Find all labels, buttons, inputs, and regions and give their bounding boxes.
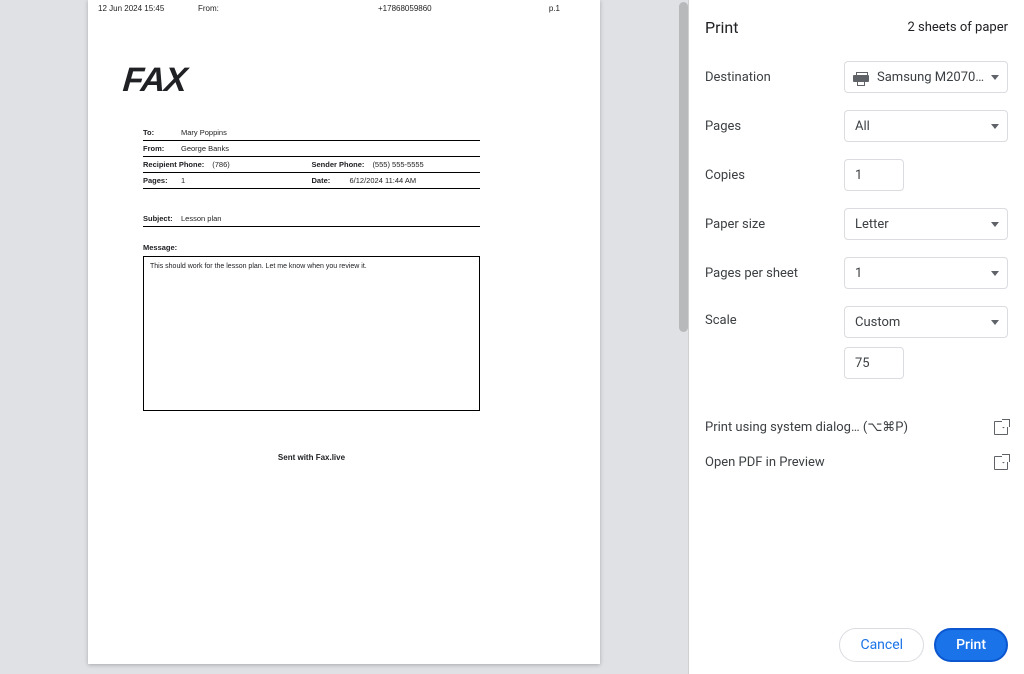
print-button[interactable]: Print (934, 628, 1008, 662)
pages-select-value: All (855, 119, 870, 134)
fax-hdr-page: p.1 (549, 4, 560, 13)
external-link-icon (994, 421, 1008, 435)
fax-hdr-date: 12 Jun 2024 15:45 (98, 4, 198, 13)
message-box: This should work for the lesson plan. Le… (143, 256, 480, 411)
destination-value: Samsung M2070 Serie (877, 70, 985, 85)
sheet-count: 2 sheets of paper (907, 20, 1008, 35)
preview-scrollbar-thumb[interactable] (679, 2, 688, 332)
message-body: This should work for the lesson plan. Le… (150, 263, 367, 270)
print-settings-panel: Print 2 sheets of paper Destination Sams… (688, 0, 1024, 674)
printer-icon (853, 70, 869, 84)
copies-label: Copies (705, 168, 745, 183)
system-dialog-text: Print using system dialog… (⌥⌘P) (705, 420, 908, 435)
chevron-down-icon (991, 124, 999, 129)
fax-cover-body: To: Mary Poppins From: George Banks Reci… (143, 125, 480, 462)
cancel-button-label: Cancel (860, 637, 903, 653)
date-label: Date: (312, 176, 342, 185)
copies-value: 1 (855, 168, 862, 183)
pages-per-sheet-label: Pages per sheet (705, 266, 798, 281)
to-label: To: (143, 128, 173, 137)
chevron-down-icon (991, 271, 999, 276)
from-value: George Banks (181, 144, 229, 153)
pages-label: Pages: (143, 176, 173, 185)
to-value: Mary Poppins (181, 128, 227, 137)
scale-value-input[interactable]: 75 (844, 347, 904, 379)
sender-phone-value: (555) 555-5555 (372, 160, 423, 169)
paper-size-select[interactable]: Letter (844, 208, 1008, 240)
open-pdf-link[interactable]: Open PDF in Preview (705, 445, 1008, 480)
preview-scrollbar[interactable] (677, 0, 689, 674)
print-button-label: Print (956, 637, 986, 653)
subject-value: Lesson plan (181, 214, 221, 223)
scale-mode-select[interactable]: Custom (844, 306, 1008, 338)
scale-mode-value: Custom (855, 315, 900, 330)
destination-select[interactable]: Samsung M2070 Serie (844, 61, 1008, 93)
system-dialog-link[interactable]: Print using system dialog… (⌥⌘P) (705, 410, 1008, 445)
chevron-down-icon (991, 320, 999, 325)
sender-phone-label: Sender Phone: (312, 160, 365, 169)
date-value: 6/12/2024 11:44 AM (350, 176, 417, 185)
print-preview-area: 12 Jun 2024 15:45 From: +17868059860 p.1… (0, 0, 688, 674)
chevron-down-icon (991, 222, 999, 227)
pages-select[interactable]: All (844, 110, 1008, 142)
subject-label: Subject: (143, 214, 173, 223)
pages-per-sheet-value: 1 (855, 266, 862, 281)
fax-title: FAX (121, 61, 188, 100)
fax-hdr-number: +17868059860 (378, 4, 498, 13)
from-label: From: (143, 144, 173, 153)
recipient-phone-value: (786) (212, 160, 230, 169)
paper-size-label: Paper size (705, 217, 765, 232)
copies-input[interactable]: 1 (844, 159, 904, 191)
preview-page-1: 12 Jun 2024 15:45 From: +17868059860 p.1… (88, 0, 600, 664)
open-pdf-text: Open PDF in Preview (705, 455, 825, 470)
pages-per-sheet-select[interactable]: 1 (844, 257, 1008, 289)
chevron-down-icon (991, 75, 999, 80)
fax-hdr-from: From: (198, 4, 378, 13)
scale-value: 75 (855, 356, 870, 371)
message-label: Message: (143, 243, 480, 252)
panel-title: Print (705, 18, 738, 37)
recipient-phone-label: Recipient Phone: (143, 160, 204, 169)
cancel-button[interactable]: Cancel (839, 628, 924, 662)
destination-label: Destination (705, 70, 771, 85)
dialog-footer: Cancel Print (705, 628, 1008, 662)
external-link-icon (994, 456, 1008, 470)
fax-transmission-header: 12 Jun 2024 15:45 From: +17868059860 p.1 (98, 4, 590, 13)
pages-value: 1 (181, 176, 185, 185)
paper-size-value: Letter (855, 217, 889, 232)
pages-option-label: Pages (705, 119, 741, 134)
sent-with-footer: Sent with Fax.live (143, 453, 480, 462)
scale-label: Scale (705, 306, 737, 328)
